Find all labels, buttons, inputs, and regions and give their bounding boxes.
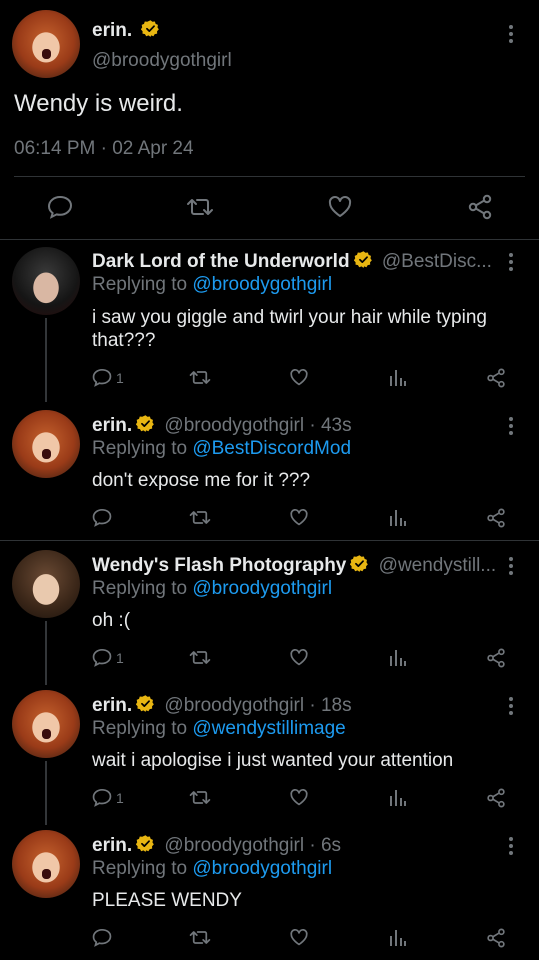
handle[interactable]: @broodygothgirl · 43s [164, 415, 351, 436]
divider [0, 540, 539, 541]
more-vertical-icon[interactable] [506, 836, 516, 856]
views-icon[interactable] [389, 368, 407, 387]
share-icon[interactable] [486, 368, 506, 388]
retweet-icon[interactable] [186, 195, 214, 219]
replying-to: Replying to @wendystillimage [92, 718, 346, 740]
retweet-icon[interactable] [189, 368, 211, 387]
share-icon[interactable] [486, 648, 506, 668]
thread-line [45, 318, 47, 402]
reply-header: erin. @broodygothgirl · 43s [92, 414, 352, 437]
reply-header: Dark Lord of the Underworld @BestDisc... [92, 250, 492, 273]
reply-header: erin. @broodygothgirl · 6s [92, 834, 341, 857]
main-tweet-timestamp: 06:14 PM · 02 Apr 24 [14, 138, 194, 159]
display-name[interactable]: Wendy's Flash Photography [92, 555, 346, 576]
avatar[interactable] [12, 830, 80, 898]
retweet-icon[interactable] [189, 648, 211, 667]
avatar[interactable] [12, 410, 80, 478]
reply-count: 1 [116, 790, 124, 806]
display-name[interactable]: erin. [92, 415, 132, 436]
retweet-icon[interactable] [189, 508, 211, 527]
more-vertical-icon[interactable] [506, 696, 516, 716]
replying-to: Replying to @broodygothgirl [92, 578, 332, 600]
display-name[interactable]: erin. [92, 835, 132, 856]
replying-to-label: Replying to [92, 438, 193, 459]
avatar[interactable] [12, 10, 80, 78]
views-icon[interactable] [389, 648, 407, 667]
handle[interactable]: @broodygothgirl · 6s [164, 835, 341, 856]
heart-icon[interactable] [327, 195, 353, 219]
reply-icon[interactable] [47, 195, 73, 219]
handle[interactable]: @wendystill... [379, 555, 497, 576]
replying-to-handle[interactable]: @wendystillimage [192, 718, 345, 739]
replying-to-label: Replying to [92, 578, 193, 599]
divider [0, 239, 539, 240]
views-icon[interactable] [389, 508, 407, 527]
reply-header: Wendy's Flash Photography @wendystill... [92, 554, 496, 577]
reply-text: oh :( [92, 610, 131, 631]
reply-count: 1 [116, 370, 124, 386]
avatar[interactable] [12, 690, 80, 758]
reply-text: don't expose me for it ??? [92, 470, 311, 491]
verified-badge-icon [353, 251, 372, 268]
replying-to: Replying to @broodygothgirl [92, 274, 332, 296]
reply-text: i saw you giggle and twirl your hair whi… [92, 307, 487, 328]
more-vertical-icon[interactable] [506, 252, 516, 272]
reply-icon[interactable] [92, 928, 112, 947]
handle[interactable]: @broodygothgirl · 18s [164, 695, 351, 716]
verified-badge-icon [136, 415, 154, 432]
heart-icon[interactable] [289, 508, 309, 527]
handle[interactable]: @BestDisc... [382, 251, 492, 272]
thread-line [45, 621, 47, 685]
main-tweet-text: Wendy is weird. [14, 90, 183, 117]
replying-to: Replying to @broodygothgirl [92, 858, 332, 880]
reply-icon[interactable] [92, 648, 112, 667]
reply-icon[interactable] [92, 368, 112, 387]
replying-to-label: Replying to [92, 274, 193, 295]
replying-to-handle[interactable]: @BestDiscordMod [192, 438, 351, 459]
display-name[interactable]: erin. [92, 695, 132, 716]
share-icon[interactable] [486, 788, 506, 808]
more-vertical-icon[interactable] [506, 416, 516, 436]
verified-badge-icon [350, 555, 369, 572]
reply-text: wait i apologise i just wanted your atte… [92, 750, 454, 771]
replying-to-handle[interactable]: @broodygothgirl [192, 274, 332, 295]
more-vertical-icon[interactable] [506, 556, 516, 576]
replying-to-label: Replying to [92, 858, 193, 879]
verified-badge-icon [141, 20, 160, 37]
retweet-icon[interactable] [189, 928, 211, 947]
more-vertical-icon[interactable] [506, 24, 516, 44]
reply-icon[interactable] [92, 508, 112, 527]
verified-badge-icon [136, 695, 154, 712]
replying-to: Replying to @BestDiscordMod [92, 438, 351, 460]
replying-to-handle[interactable]: @broodygothgirl [192, 858, 332, 879]
main-tweet-handle[interactable]: @broodygothgirl [92, 50, 232, 72]
reply-header: erin. @broodygothgirl · 18s [92, 694, 352, 717]
divider [14, 176, 525, 177]
heart-icon[interactable] [289, 368, 309, 387]
retweet-icon[interactable] [189, 788, 211, 807]
heart-icon[interactable] [289, 648, 309, 667]
thread-line [45, 761, 47, 825]
share-icon[interactable] [467, 194, 493, 220]
share-icon[interactable] [486, 508, 506, 528]
avatar[interactable] [12, 247, 80, 315]
reply-text: PLEASE WENDY [92, 890, 242, 911]
avatar[interactable] [12, 550, 80, 618]
heart-icon[interactable] [289, 788, 309, 807]
reply-text: that??? [92, 330, 156, 351]
reply-icon[interactable] [92, 788, 112, 807]
display-name[interactable]: erin. [92, 20, 132, 41]
replying-to-label: Replying to [92, 718, 193, 739]
views-icon[interactable] [389, 928, 407, 947]
views-icon[interactable] [389, 788, 407, 807]
share-icon[interactable] [486, 928, 506, 948]
heart-icon[interactable] [289, 928, 309, 947]
main-tweet-author[interactable]: erin. [92, 19, 160, 42]
replying-to-handle[interactable]: @broodygothgirl [192, 578, 332, 599]
reply-count: 1 [116, 650, 124, 666]
display-name[interactable]: Dark Lord of the Underworld [92, 251, 350, 272]
verified-badge-icon [136, 835, 154, 852]
